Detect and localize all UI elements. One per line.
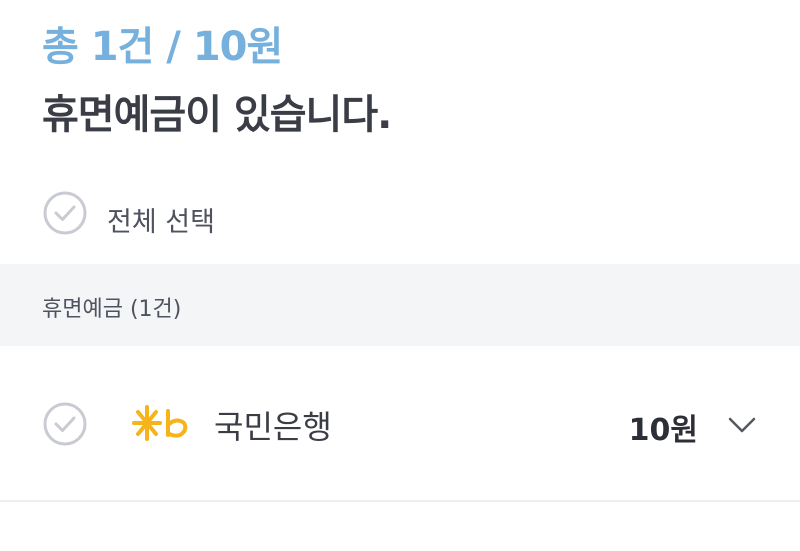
account-checkbox[interactable] (43, 402, 87, 446)
section-label: 휴면예금 (1건) (42, 297, 182, 322)
chevron-down-icon[interactable] (727, 412, 757, 436)
select-all-row[interactable]: 전체 선택 (0, 170, 800, 260)
account-amount: 10원 (628, 413, 698, 448)
dormant-deposit-page: 총 1건 / 10원 휴면예금이 있습니다. 전체 선택 휴면예금 (1건) 국… (0, 0, 800, 551)
check-circle-icon (43, 191, 87, 235)
check-circle-icon (43, 402, 87, 446)
summary-total: 총 1건 / 10원 (42, 24, 283, 70)
select-all-checkbox[interactable] (43, 191, 87, 235)
bank-name: 국민은행 (214, 408, 332, 446)
section-header: 휴면예금 (1건) (0, 264, 800, 346)
page-title: 휴면예금이 있습니다. (42, 92, 392, 138)
select-all-label: 전체 선택 (107, 207, 215, 238)
kb-bank-logo-icon (130, 403, 192, 443)
account-row[interactable]: 국민은행 10원 (0, 346, 800, 502)
